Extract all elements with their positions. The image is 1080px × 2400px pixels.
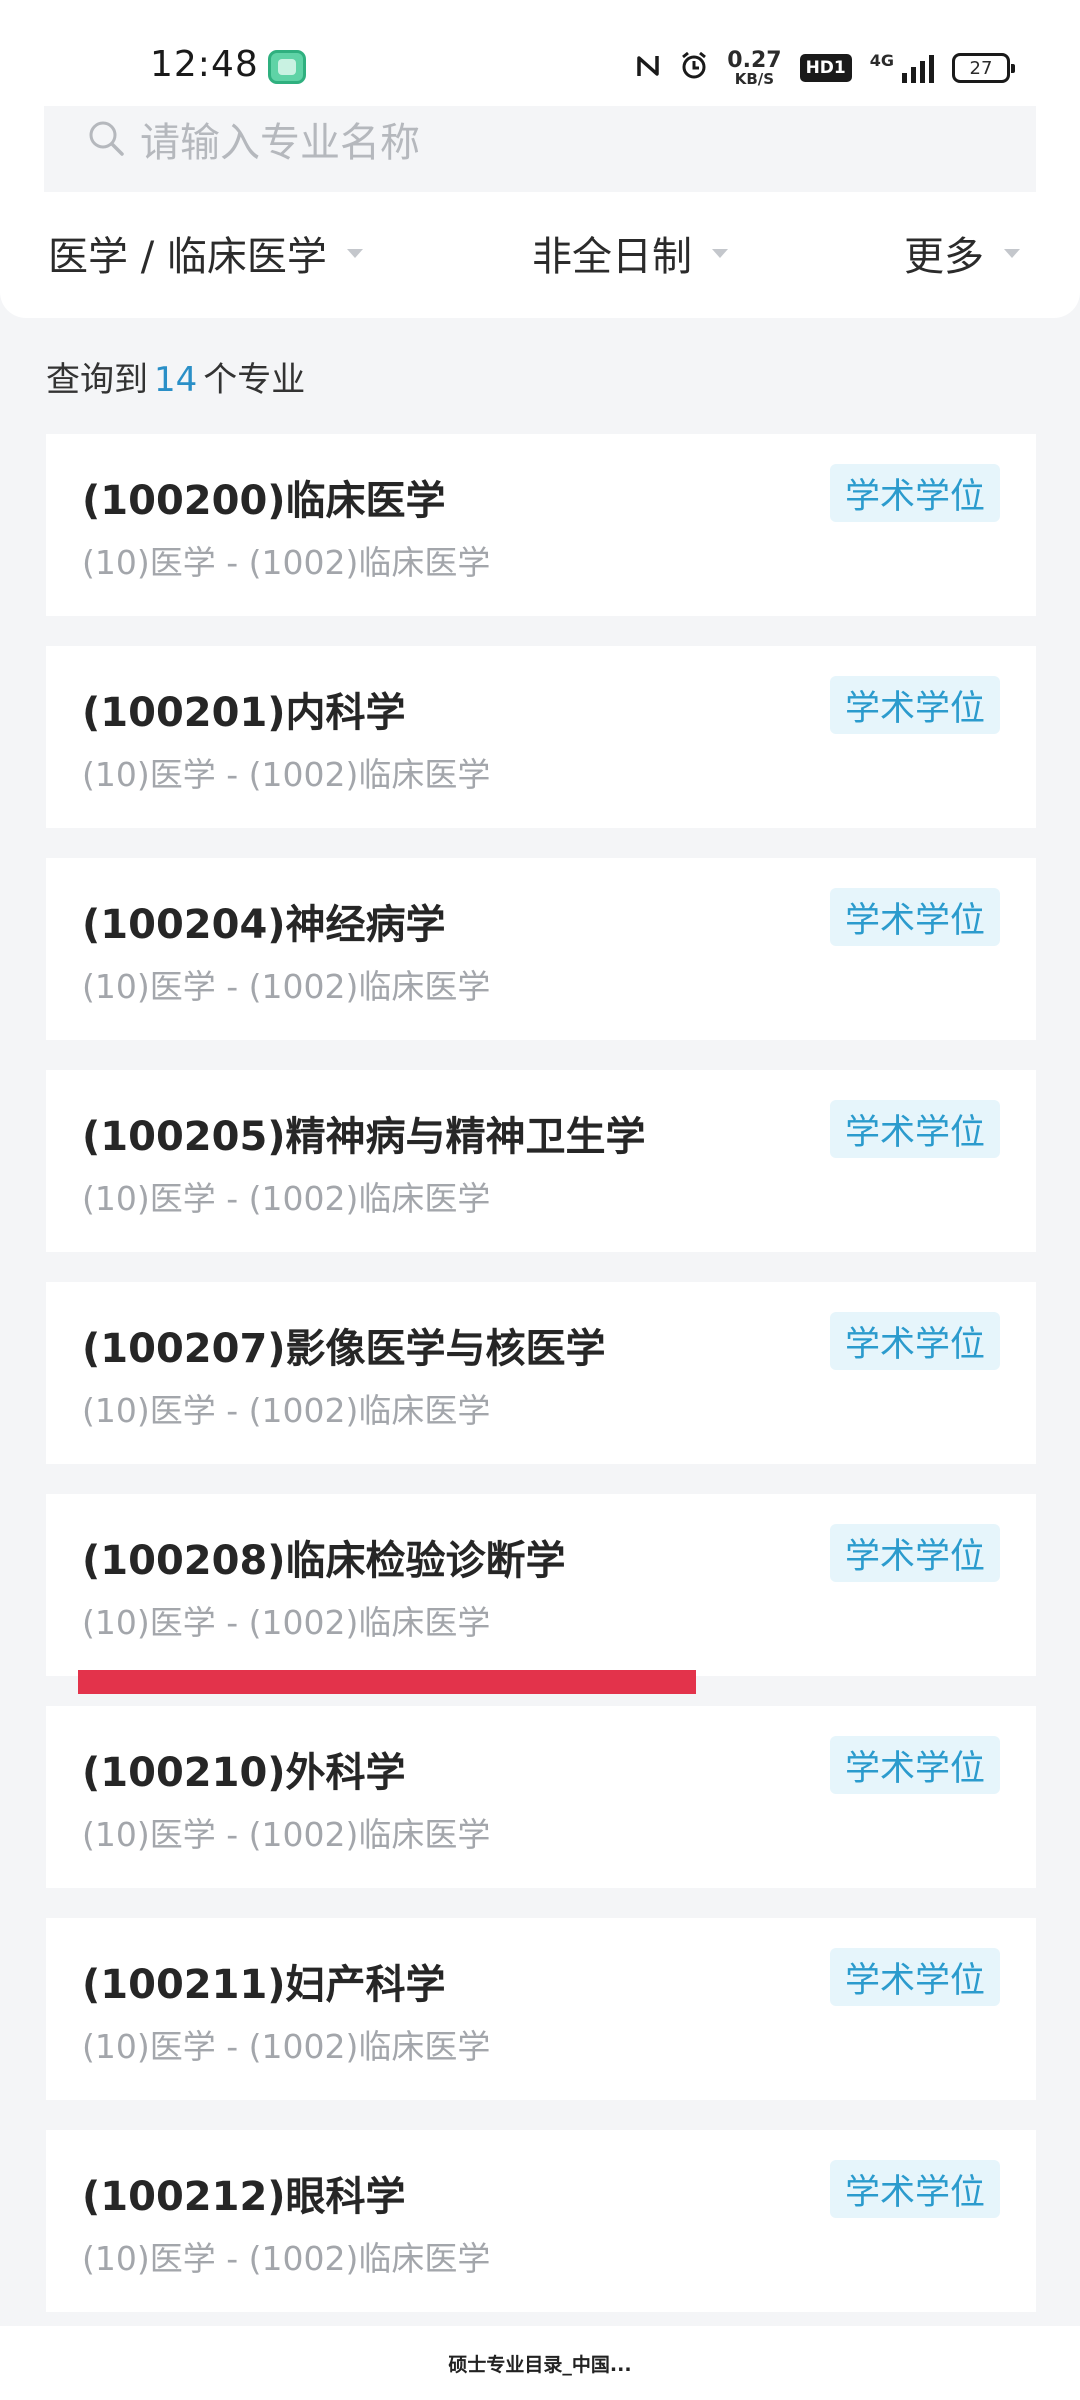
major-subtitle: (10)医学 - (1002)临床医学 <box>82 2027 491 2066</box>
major-title: (100207)影像医学与核医学 <box>82 1326 606 1372</box>
major-card[interactable]: (100210)外科学 (10)医学 - (1002)临床医学 学术学位 <box>46 1706 1036 1888</box>
major-subtitle: (10)医学 - (1002)临床医学 <box>82 755 491 794</box>
degree-badge: 学术学位 <box>830 1312 1000 1370</box>
major-subtitle: (10)医学 - (1002)临床医学 <box>82 1603 491 1642</box>
major-subtitle: (10)医学 - (1002)临床医学 <box>82 1391 491 1430</box>
signal-icon <box>902 53 934 83</box>
speed-value: 0.27 <box>727 47 782 73</box>
degree-badge: 学术学位 <box>830 1736 1000 1794</box>
more-filter-label: 更多 <box>904 234 984 280</box>
major-subtitle: (10)医学 - (1002)临床医学 <box>82 1815 491 1854</box>
status-time: 12:48 <box>150 44 259 85</box>
app-notification-icon <box>268 50 306 84</box>
highlight-underline <box>78 1670 696 1694</box>
major-title: (100208)临床检验诊断学 <box>82 1538 566 1584</box>
major-card[interactable]: (100200)临床医学 (10)医学 - (1002)临床医学 学术学位 <box>46 434 1036 616</box>
major-subtitle: (10)医学 - (1002)临床医学 <box>82 2239 491 2278</box>
category-filter-label: 医学 / 临床医学 <box>48 234 327 280</box>
degree-badge: 学术学位 <box>830 1100 1000 1158</box>
study-mode-filter-label: 非全日制 <box>532 234 692 280</box>
major-subtitle: (10)医学 - (1002)临床医学 <box>82 543 491 582</box>
status-icons: 0.27 KB/S HD1 4G 27 <box>635 46 1015 90</box>
major-card[interactable]: (100211)妇产科学 (10)医学 - (1002)临床医学 学术学位 <box>46 1918 1036 2100</box>
major-card[interactable]: (100212)眼科学 (10)医学 - (1002)临床医学 学术学位 <box>46 2130 1036 2312</box>
page-title: 硕士专业目录_中国... <box>448 2353 632 2376</box>
filter-panel: 请输入专业名称 医学 / 临床医学 非全日制 更多 <box>0 106 1080 318</box>
major-subtitle: (10)医学 - (1002)临床医学 <box>82 967 491 1006</box>
major-card[interactable]: (100201)内科学 (10)医学 - (1002)临床医学 学术学位 <box>46 646 1036 828</box>
result-count: 查询到 14 个专业 <box>46 352 305 401</box>
major-title: (100201)内科学 <box>82 690 406 736</box>
chevron-down-icon <box>712 248 728 258</box>
alarm-icon <box>679 51 709 86</box>
speed-unit: KB/S <box>734 69 775 88</box>
chevron-down-icon <box>1004 248 1020 258</box>
result-count-number: 14 <box>154 360 198 400</box>
hd-voice-icon: HD1 <box>799 54 852 82</box>
battery-icon: 27 <box>952 53 1015 83</box>
search-placeholder: 请输入专业名称 <box>140 120 420 166</box>
major-card[interactable]: (100207)影像医学与核医学 (10)医学 - (1002)临床医学 学术学… <box>46 1282 1036 1464</box>
major-title: (100205)精神病与精神卫生学 <box>82 1114 646 1160</box>
major-title: (100212)眼科学 <box>82 2174 406 2220</box>
bottom-bar: 硕士专业目录_中国... <box>0 2326 1080 2400</box>
search-icon <box>86 118 126 158</box>
nfc-icon <box>635 52 661 85</box>
battery-level: 27 <box>969 57 993 79</box>
degree-badge: 学术学位 <box>830 1524 1000 1582</box>
degree-badge: 学术学位 <box>830 464 1000 522</box>
major-card[interactable]: (100208)临床检验诊断学 (10)医学 - (1002)临床医学 学术学位 <box>46 1494 1036 1676</box>
degree-badge: 学术学位 <box>830 676 1000 734</box>
major-card[interactable]: (100204)神经病学 (10)医学 - (1002)临床医学 学术学位 <box>46 858 1036 1040</box>
degree-badge: 学术学位 <box>830 2160 1000 2218</box>
category-filter[interactable]: 医学 / 临床医学 <box>48 224 363 282</box>
major-title: (100200)临床医学 <box>82 478 446 524</box>
major-card[interactable]: (100205)精神病与精神卫生学 (10)医学 - (1002)临床医学 学术… <box>46 1070 1036 1252</box>
filter-row: 医学 / 临床医学 非全日制 更多 <box>0 224 1080 300</box>
major-title: (100211)妇产科学 <box>82 1962 446 2008</box>
chevron-down-icon <box>346 248 363 258</box>
result-prefix: 查询到 <box>46 360 148 400</box>
major-title: (100210)外科学 <box>82 1750 406 1796</box>
major-title: (100204)神经病学 <box>82 902 446 948</box>
more-filter[interactable]: 更多 <box>904 224 1020 282</box>
network-speed: 0.27 KB/S <box>727 47 782 88</box>
result-suffix: 个专业 <box>203 360 306 400</box>
study-mode-filter[interactable]: 非全日制 <box>532 224 728 282</box>
network-type: 4G <box>869 50 894 70</box>
search-input[interactable]: 请输入专业名称 <box>44 106 1036 192</box>
degree-badge: 学术学位 <box>830 888 1000 946</box>
major-subtitle: (10)医学 - (1002)临床医学 <box>82 1179 491 1218</box>
status-bar: 12:48 0.27 KB/S HD1 4G 27 <box>0 0 1080 112</box>
degree-badge: 学术学位 <box>830 1948 1000 2006</box>
